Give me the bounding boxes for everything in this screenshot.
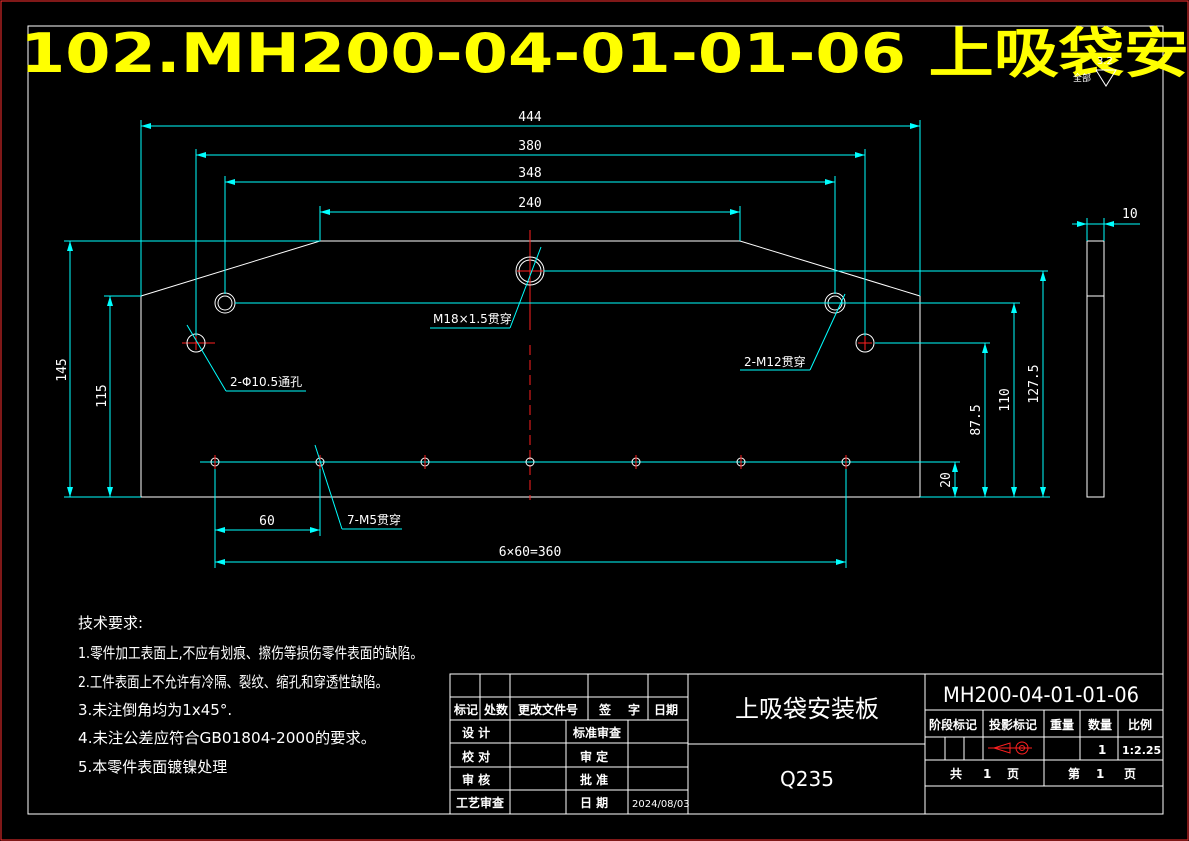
- dim-380: 380: [518, 139, 541, 154]
- tb-scale-value: 1:2.25: [1122, 744, 1161, 757]
- callout-labels: M18×1.5贯穿 2-Φ10.5通孔 2-M12贯穿 7-M5贯穿: [230, 311, 806, 527]
- tech-item-2: 2.工件表面上不允许有冷隔、裂纹、缩孔和穿透性缺陷。: [78, 673, 388, 691]
- dim-87-5: 87.5: [969, 404, 984, 435]
- tb-sheet-label: 第: [1068, 766, 1080, 781]
- dim-60: 60: [259, 514, 275, 529]
- dimension-labels: 444 380 348 240 60 6×60=360 145 115 127.…: [55, 110, 1042, 560]
- tech-item-5: 5.本零件表面镀镍处理: [78, 758, 227, 776]
- surface-finish-value: 3.2: [1097, 56, 1113, 67]
- dim-240: 240: [518, 196, 541, 211]
- side-view: 10: [1072, 207, 1140, 498]
- tb-sheet-value: 1: [1096, 767, 1104, 781]
- tb-total-label: 共: [950, 766, 962, 781]
- tb-quantity-value: 1: [1098, 743, 1106, 757]
- callout-m18: M18×1.5贯穿: [433, 311, 512, 326]
- dim-127-5: 127.5: [1027, 364, 1042, 403]
- tb-date-label: 日 期: [580, 795, 608, 810]
- tb-proof: 校 对: [462, 749, 490, 764]
- tb-standard-review: 标准审查: [572, 725, 622, 740]
- m5-hole-row: [200, 455, 960, 469]
- tb-approve: 批 准: [580, 772, 608, 787]
- dim-115: 115: [95, 384, 110, 407]
- tech-heading: 技术要求:: [78, 614, 143, 632]
- dim-110: 110: [998, 388, 1013, 411]
- tb-header-sign-2: 字: [628, 702, 640, 717]
- tb-header-change-doc: 更改文件号: [518, 702, 578, 717]
- dim-pitch-total: 6×60=360: [499, 545, 562, 560]
- dim-348: 348: [518, 166, 541, 181]
- tech-item-1: 1.零件加工表面上,不应有划痕、擦伤等损伤零件表面的缺陷。: [78, 644, 423, 662]
- tech-requirements: 技术要求: 1.零件加工表面上,不应有划痕、擦伤等损伤零件表面的缺陷。 2.工件…: [78, 614, 423, 776]
- title-banner: 102.MH200-04-01-01-06 上吸袋安: [20, 22, 1189, 85]
- dim-20: 20: [939, 472, 954, 488]
- tb-header-sign-1: 签: [598, 702, 612, 717]
- tb-design: 设 计: [462, 725, 490, 740]
- tb-projection-mark: 投影标记: [989, 717, 1037, 732]
- tb-stage-mark: 阶段标记: [929, 717, 977, 732]
- tech-item-4: 4.未注公差应符合GB01804-2000的要求。: [78, 729, 376, 747]
- tb-weight: 重量: [1050, 717, 1074, 732]
- projection-symbol-icon: [988, 741, 1032, 755]
- tb-review: 审 定: [580, 749, 608, 764]
- callout-m5: 7-M5贯穿: [347, 512, 401, 527]
- dim-145: 145: [55, 358, 70, 381]
- tb-header-mark: 标记: [453, 702, 478, 717]
- tb-total-value: 1: [983, 767, 991, 781]
- cad-drawing-canvas: 102.MH200-04-01-01-06 上吸袋安 全部 3.2 444 38…: [0, 0, 1189, 841]
- tb-scale: 比例: [1128, 717, 1152, 732]
- tb-page-unit-2: 页: [1124, 767, 1136, 781]
- tb-date-value: 2024/08/03: [632, 799, 690, 810]
- tb-part-name: 上吸袋安装板: [735, 695, 879, 723]
- title-block-labels: 标记 处数 更改文件号 签 字 日期 设 计 标准审查 校 对 审 定 审 核 …: [453, 702, 690, 810]
- surface-finish-prefix: 全部: [1073, 72, 1091, 84]
- tb-audit: 审 核: [462, 772, 490, 787]
- dimension-geometry: [64, 120, 1050, 568]
- tb-material: Q235: [780, 767, 834, 791]
- tb-quantity: 数量: [1088, 717, 1112, 732]
- tb-page-unit-1: 页: [1007, 767, 1019, 781]
- centerlines: [182, 230, 531, 500]
- tb-process-review: 工艺审查: [456, 795, 505, 810]
- tb-header-count: 处数: [483, 702, 509, 717]
- dimension-arrows: [67, 123, 1046, 565]
- callout-d10-5: 2-Φ10.5通孔: [230, 375, 302, 389]
- tb-drawing-number: MH200-04-01-01-06: [943, 683, 1139, 707]
- dim-444: 444: [518, 110, 542, 125]
- dim-thickness-10: 10: [1122, 207, 1138, 222]
- callout-m12: 2-M12贯穿: [744, 354, 806, 369]
- tech-item-3: 3.未注倒角均为1x45°.: [78, 701, 232, 719]
- tb-header-date: 日期: [654, 702, 678, 717]
